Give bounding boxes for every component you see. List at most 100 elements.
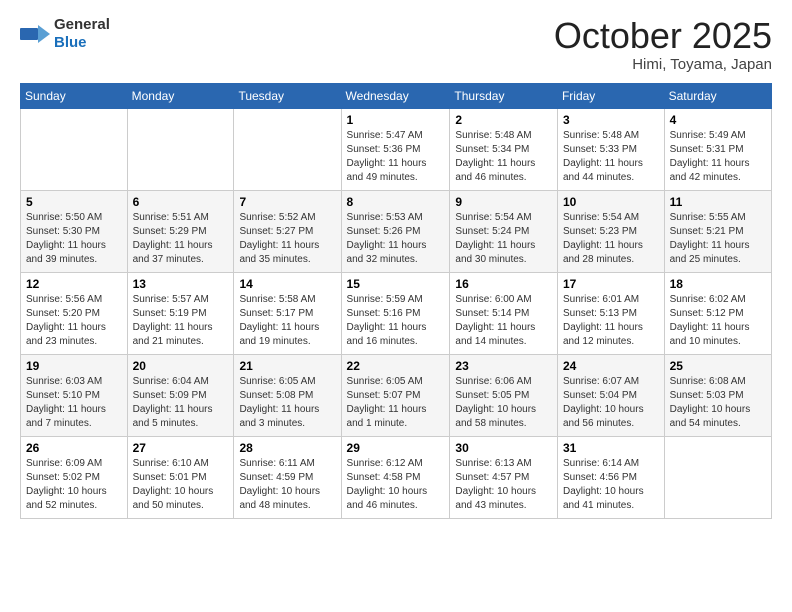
col-tuesday: Tuesday [234,83,341,108]
day-number: 26 [26,441,122,455]
day-detail: Sunrise: 5:50 AM Sunset: 5:30 PM Dayligh… [26,212,106,265]
logo-general: General [54,16,110,33]
day-detail: Sunrise: 5:51 AM Sunset: 5:29 PM Dayligh… [133,212,213,265]
table-row: 12Sunrise: 5:56 AM Sunset: 5:20 PM Dayli… [21,272,128,354]
day-number: 11 [670,195,766,209]
day-number: 25 [670,359,766,373]
day-number: 12 [26,277,122,291]
day-number: 9 [455,195,552,209]
table-row: 18 Sunrise: 6:02 AM Sunset: 5:12 PM Dayli… [664,272,771,354]
day-number: 31 [563,441,659,455]
table-row: 28 Sunrise: 6:11 AM Sunset: 4:59 PM Dayli… [234,436,341,518]
table-row: 27 Sunrise: 6:10 AM Sunset: 5:01 PM Dayli… [127,436,234,518]
day-detail: Sunrise: 6:05 AM Sunset: 5:07 PM Dayligh… [347,376,427,429]
table-row: 15 Sunrise: 5:59 AM Sunset: 5:16 PM Dayli… [341,272,450,354]
day-number: 6 [133,195,229,209]
col-monday: Monday [127,83,234,108]
table-row [127,108,234,190]
table-row: 10 Sunrise: 5:54 AM Sunset: 5:23 PM Dayli… [557,190,664,272]
day-number: 14 [239,277,335,291]
day-number: 1 [347,113,445,127]
table-row: 22 Sunrise: 6:05 AM Sunset: 5:07 PM Dayli… [341,354,450,436]
calendar-subtitle: Himi, Toyama, Japan [554,56,772,73]
day-number: 4 [670,113,766,127]
table-row: 11Sunrise: 5:55 AM Sunset: 5:21 PM Dayli… [664,190,771,272]
table-row: 9 Sunrise: 5:54 AM Sunset: 5:24 PM Daylig… [450,190,558,272]
day-detail: Sunrise: 5:49 AM Sunset: 5:31 PM Dayligh… [670,130,750,183]
table-row: 26Sunrise: 6:09 AM Sunset: 5:02 PM Dayli… [21,436,128,518]
day-detail: Sunrise: 6:03 AM Sunset: 5:10 PM Dayligh… [26,376,106,429]
day-number: 3 [563,113,659,127]
day-number: 16 [455,277,552,291]
table-row: 1Sunrise: 5:47 AM Sunset: 5:36 PM Daylig… [341,108,450,190]
table-row: 21Sunrise: 6:05 AM Sunset: 5:08 PM Dayli… [234,354,341,436]
day-detail: Sunrise: 5:48 AM Sunset: 5:33 PM Dayligh… [563,130,643,183]
day-number: 18 [670,277,766,291]
col-sunday: Sunday [21,83,128,108]
table-row: 2 Sunrise: 5:48 AM Sunset: 5:34 PM Daylig… [450,108,558,190]
day-number: 23 [455,359,552,373]
calendar-header-row: Sunday Monday Tuesday Wednesday Thursday… [21,83,772,108]
day-number: 5 [26,195,122,209]
table-row: 7 Sunrise: 5:52 AM Sunset: 5:27 PM Daylig… [234,190,341,272]
day-detail: Sunrise: 5:57 AM Sunset: 5:19 PM Dayligh… [133,294,213,347]
day-detail: Sunrise: 6:07 AM Sunset: 5:04 PM Dayligh… [563,376,644,429]
calendar-week-row: 5 Sunrise: 5:50 AM Sunset: 5:30 PM Daylig… [21,190,772,272]
day-number: 24 [563,359,659,373]
day-detail: Sunrise: 6:06 AM Sunset: 5:05 PM Dayligh… [455,376,536,429]
day-number: 17 [563,277,659,291]
table-row: 3 Sunrise: 5:48 AM Sunset: 5:33 PM Daylig… [557,108,664,190]
col-wednesday: Wednesday [341,83,450,108]
day-detail: Sunrise: 5:54 AM Sunset: 5:23 PM Dayligh… [563,212,643,265]
table-row: 25Sunrise: 6:08 AM Sunset: 5:03 PM Dayli… [664,354,771,436]
day-number: 10 [563,195,659,209]
day-number: 29 [347,441,445,455]
table-row: 30Sunrise: 6:13 AM Sunset: 4:57 PM Dayli… [450,436,558,518]
table-row: 5 Sunrise: 5:50 AM Sunset: 5:30 PM Daylig… [21,190,128,272]
day-number: 7 [239,195,335,209]
table-row: 24 Sunrise: 6:07 AM Sunset: 5:04 PM Dayli… [557,354,664,436]
day-detail: Sunrise: 6:10 AM Sunset: 5:01 PM Dayligh… [133,458,214,511]
day-detail: Sunrise: 6:12 AM Sunset: 4:58 PM Dayligh… [347,458,428,511]
table-row: 31Sunrise: 6:14 AM Sunset: 4:56 PM Dayli… [557,436,664,518]
day-number: 19 [26,359,122,373]
day-detail: Sunrise: 6:01 AM Sunset: 5:13 PM Dayligh… [563,294,643,347]
day-detail: Sunrise: 6:11 AM Sunset: 4:59 PM Dayligh… [239,458,320,511]
calendar-week-row: 26Sunrise: 6:09 AM Sunset: 5:02 PM Dayli… [21,436,772,518]
day-number: 28 [239,441,335,455]
table-row: 8Sunrise: 5:53 AM Sunset: 5:26 PM Daylig… [341,190,450,272]
day-number: 8 [347,195,445,209]
day-detail: Sunrise: 5:52 AM Sunset: 5:27 PM Dayligh… [239,212,319,265]
day-detail: Sunrise: 6:00 AM Sunset: 5:14 PM Dayligh… [455,294,535,347]
table-row: 19 Sunrise: 6:03 AM Sunset: 5:10 PM Dayli… [21,354,128,436]
table-row [21,108,128,190]
col-saturday: Saturday [664,83,771,108]
logo: General Blue [20,16,110,52]
day-detail: Sunrise: 5:58 AM Sunset: 5:17 PM Dayligh… [239,294,319,347]
table-row: 4 Sunrise: 5:49 AM Sunset: 5:31 PM Daylig… [664,108,771,190]
day-detail: Sunrise: 6:04 AM Sunset: 5:09 PM Dayligh… [133,376,213,429]
header: General Blue October 2025 Himi, Toyama, … [20,16,772,73]
day-number: 2 [455,113,552,127]
day-number: 15 [347,277,445,291]
day-detail: Sunrise: 6:02 AM Sunset: 5:12 PM Dayligh… [670,294,750,347]
title-block: October 2025 Himi, Toyama, Japan [554,16,772,73]
day-number: 22 [347,359,445,373]
day-detail: Sunrise: 5:54 AM Sunset: 5:24 PM Dayligh… [455,212,535,265]
col-friday: Friday [557,83,664,108]
day-number: 20 [133,359,229,373]
day-number: 21 [239,359,335,373]
day-number: 27 [133,441,229,455]
table-row: 17 Sunrise: 6:01 AM Sunset: 5:13 PM Dayli… [557,272,664,354]
calendar-week-row: 12Sunrise: 5:56 AM Sunset: 5:20 PM Dayli… [21,272,772,354]
table-row: 14 Sunrise: 5:58 AM Sunset: 5:17 PM Dayli… [234,272,341,354]
table-row: 20 Sunrise: 6:04 AM Sunset: 5:09 PM Dayli… [127,354,234,436]
logo-icon [20,22,50,46]
day-detail: Sunrise: 5:59 AM Sunset: 5:16 PM Dayligh… [347,294,427,347]
day-number: 13 [133,277,229,291]
calendar-week-row: 19 Sunrise: 6:03 AM Sunset: 5:10 PM Dayli… [21,354,772,436]
day-detail: Sunrise: 6:13 AM Sunset: 4:57 PM Dayligh… [455,458,536,511]
day-detail: Sunrise: 5:48 AM Sunset: 5:34 PM Dayligh… [455,130,535,183]
calendar-title: October 2025 [554,16,772,56]
table-row [234,108,341,190]
